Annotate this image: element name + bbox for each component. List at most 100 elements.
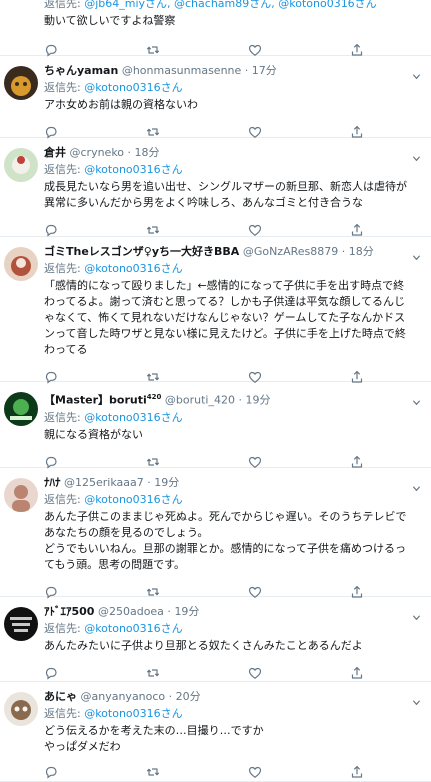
user-handle[interactable]: @anyanyanoco: [81, 690, 166, 703]
retweet-icon: [146, 768, 160, 776]
mention-link[interactable]: @kotono0316さん: [84, 707, 182, 720]
reply-button[interactable]: [44, 222, 146, 238]
share-button[interactable]: [350, 764, 380, 780]
tweet[interactable]: 【Master】boruti420 @boruti_420 · 19分 返信先:…: [0, 382, 431, 471]
like-button[interactable]: [248, 665, 350, 681]
reply-to: 返信先: @kotono0316さん: [44, 163, 183, 176]
timestamp[interactable]: 19分: [245, 394, 270, 407]
retweet-button[interactable]: [146, 222, 248, 238]
retweet-icon: [146, 46, 160, 54]
user-name[interactable]: ゴミTheレスゴンザ♀yち一大好きBBA: [44, 245, 239, 258]
user-name[interactable]: 【Master】boruti: [44, 394, 147, 407]
user-name[interactable]: あにゃ: [44, 690, 77, 703]
like-button[interactable]: [248, 764, 350, 780]
user-name[interactable]: ﾅﾊﾅ: [44, 476, 61, 489]
timestamp[interactable]: 17分: [252, 64, 277, 77]
retweet-icon: [146, 226, 160, 234]
retweet-icon: [146, 128, 160, 136]
like-icon: [248, 126, 262, 138]
like-icon: [248, 667, 262, 679]
share-button[interactable]: [350, 222, 380, 238]
user-name[interactable]: ちゃんyaman: [44, 64, 118, 77]
timestamp[interactable]: 19分: [174, 605, 199, 618]
mention-link[interactable]: @jb64_miyさん, @chacham89さん, @kotono0316さん: [84, 0, 376, 10]
avatar[interactable]: [4, 66, 38, 100]
share-icon: [351, 766, 363, 778]
tweet-header: ゴミTheレスゴンザ♀yち一大好きBBA @GoNzARes8879 · 18分: [44, 245, 374, 258]
share-icon: [351, 126, 363, 138]
reply-button[interactable]: [44, 665, 146, 681]
mention-link[interactable]: @kotono0316さん: [84, 163, 182, 176]
tweet-content: ﾅﾊﾅ @125erikaaa7 · 19分 返信先: @kotono0316さ…: [44, 468, 409, 601]
tweet-header: ﾅﾊﾅ @125erikaaa7 · 19分: [44, 476, 180, 489]
retweet-button[interactable]: [146, 665, 248, 681]
timestamp[interactable]: 18分: [135, 146, 160, 159]
tweet-partial[interactable]: 返信先: @jb64_miyさん, @chacham89さん, @kotono0…: [0, 0, 431, 57]
tweet-text: 「感情的になって殴りました」←感情的になって子供に手を出す時点で終わってるよ。謝…: [44, 279, 406, 356]
user-name[interactable]: ｱﾄﾞｴｱ500: [44, 605, 94, 618]
user-handle[interactable]: @cryneko: [70, 146, 125, 159]
user-handle[interactable]: @125erikaaa7: [64, 476, 144, 489]
user-name[interactable]: 倉井: [44, 146, 66, 159]
timestamp[interactable]: 20分: [176, 690, 201, 703]
like-icon: [248, 766, 262, 778]
mention-link[interactable]: @kotono0316さん: [84, 262, 182, 275]
tweet-content: ｱﾄﾞｴｱ500 @250adoea · 19分 返信先: @kotono031…: [44, 597, 409, 682]
mention-link[interactable]: @kotono0316さん: [84, 81, 182, 94]
reply-to: 返信先: @kotono0316さん: [44, 707, 183, 720]
mention-link[interactable]: @kotono0316さん: [84, 493, 182, 506]
tweet[interactable]: ゴミTheレスゴンザ♀yち一大好きBBA @GoNzARes8879 · 18分…: [0, 237, 431, 384]
tweet-header: ｱﾄﾞｴｱ500 @250adoea · 19分: [44, 605, 200, 618]
chevron-down-icon[interactable]: [412, 148, 421, 162]
tweet-content: あにゃ @anyanyanoco · 20分 返信先: @kotono0316さ…: [44, 682, 409, 781]
tweet[interactable]: 倉井 @cryneko · 18分 返信先: @kotono0316さん 成長見…: [0, 138, 431, 237]
tweet-content: 【Master】boruti420 @boruti_420 · 19分 返信先:…: [44, 382, 409, 471]
chevron-down-icon[interactable]: [412, 66, 421, 80]
chevron-down-icon[interactable]: [412, 392, 421, 406]
chevron-down-icon[interactable]: [412, 478, 421, 492]
tweet[interactable]: ちゃんyaman @honmasunmasenne · 17分 返信先: @ko…: [0, 56, 431, 139]
retweet-icon: [146, 458, 160, 466]
tweet-text: 成長見たいなら男を追い出せ、シングルマザーの新旦那、新恋人は虐待が異常に多いんだ…: [44, 180, 407, 209]
reply-icon: [45, 224, 57, 237]
reply-icon: [45, 44, 57, 57]
reply-to: 返信先: @kotono0316さん: [44, 410, 183, 424]
timestamp[interactable]: 18分: [349, 245, 374, 258]
tweet-text: 動いて欲しいですよね警察: [44, 14, 176, 27]
user-handle[interactable]: @250adoea: [98, 605, 164, 618]
tweet-header: 倉井 @cryneko · 18分: [44, 146, 160, 159]
share-icon: [351, 224, 363, 236]
like-icon: [248, 44, 262, 56]
mention-link[interactable]: @kotono0316さん: [84, 622, 182, 635]
mention-link[interactable]: @kotono0316さん: [84, 411, 182, 424]
reply-button[interactable]: [44, 764, 146, 780]
user-handle[interactable]: @boruti_420: [165, 394, 235, 407]
chevron-down-icon[interactable]: [412, 247, 421, 261]
avatar[interactable]: [4, 692, 38, 726]
chevron-down-icon[interactable]: [412, 692, 421, 706]
tweet[interactable]: ｱﾄﾞｴｱ500 @250adoea · 19分 返信先: @kotono031…: [0, 597, 431, 682]
user-handle[interactable]: @GoNzARes8879: [243, 245, 338, 258]
tweet-text: アホ女めお前は親の資格ないわ: [44, 98, 198, 111]
tweet[interactable]: ﾅﾊﾅ @125erikaaa7 · 19分 返信先: @kotono0316さ…: [0, 468, 431, 599]
avatar[interactable]: [4, 478, 38, 512]
avatar[interactable]: [4, 607, 38, 641]
tweet-header: あにゃ @anyanyanoco · 20分: [44, 690, 201, 703]
share-icon: [351, 667, 363, 679]
avatar[interactable]: [4, 392, 38, 426]
user-handle[interactable]: @honmasunmasenne: [122, 64, 241, 77]
reply-to: 返信先: @jb64_miyさん, @chacham89さん, @kotono0…: [44, 0, 409, 11]
reply-icon: [45, 667, 57, 680]
tweet-actions: [44, 664, 384, 682]
avatar[interactable]: [4, 247, 38, 281]
tweet-content: 倉井 @cryneko · 18分 返信先: @kotono0316さん 成長見…: [44, 138, 409, 239]
tweet-header: 【Master】boruti420 @boruti_420 · 19分: [44, 393, 271, 407]
timestamp[interactable]: 19分: [154, 476, 179, 489]
avatar[interactable]: [4, 148, 38, 182]
share-icon: [351, 455, 363, 468]
like-button[interactable]: [248, 222, 350, 238]
retweet-button[interactable]: [146, 764, 248, 780]
share-button[interactable]: [350, 665, 380, 681]
tweet[interactable]: あにゃ @anyanyanoco · 20分 返信先: @kotono0316さ…: [0, 682, 431, 782]
chevron-down-icon[interactable]: [412, 607, 421, 621]
